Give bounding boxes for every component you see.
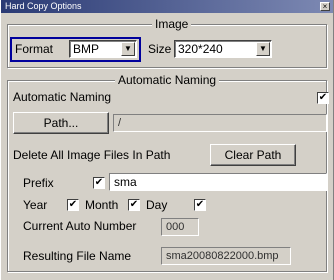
path-field: /: [113, 114, 327, 132]
size-select-value: 320*240: [178, 42, 223, 56]
year-label: Year: [23, 198, 48, 212]
year-checkbox[interactable]: ✔: [67, 199, 79, 211]
automatic-naming-label: Automatic Naming: [13, 90, 112, 104]
resulting-file-name-label: Resulting File Name: [23, 249, 132, 263]
prefix-input[interactable]: sma: [109, 173, 327, 191]
automatic-naming-checkbox[interactable]: ✔: [317, 92, 329, 104]
image-group-legend: Image: [152, 17, 192, 31]
chevron-down-icon[interactable]: ▼: [256, 42, 270, 56]
title-bar: Hard Copy Options ×: [1, 0, 333, 13]
delete-all-label: Delete All Image Files In Path: [13, 148, 171, 162]
format-select[interactable]: BMP ▼: [69, 40, 137, 58]
window-title: Hard Copy Options: [5, 1, 82, 11]
clear-path-button[interactable]: Clear Path: [210, 144, 296, 166]
chevron-down-icon[interactable]: ▼: [121, 42, 135, 56]
day-checkbox[interactable]: ✔: [194, 199, 206, 211]
size-select[interactable]: 320*240 ▼: [174, 40, 272, 58]
close-icon[interactable]: ×: [320, 2, 330, 11]
path-button[interactable]: Path...: [13, 112, 109, 134]
automatic-naming-legend: Automatic Naming: [115, 73, 220, 87]
format-select-value: BMP: [73, 42, 100, 56]
month-label: Month: [85, 198, 119, 212]
format-label: Format: [15, 42, 54, 56]
current-auto-number-field: 000: [161, 218, 199, 236]
size-label: Size: [148, 42, 172, 56]
day-label: Day: [146, 198, 168, 212]
hard-copy-options-window: Hard Copy Options × Image Format BMP ▼ S…: [0, 0, 334, 280]
resulting-file-name-field: sma20080822000.bmp: [161, 247, 291, 265]
current-auto-number-label: Current Auto Number: [23, 219, 137, 233]
month-checkbox[interactable]: ✔: [128, 199, 140, 211]
prefix-checkbox[interactable]: ✔: [93, 177, 105, 189]
prefix-label: Prefix: [23, 176, 54, 190]
